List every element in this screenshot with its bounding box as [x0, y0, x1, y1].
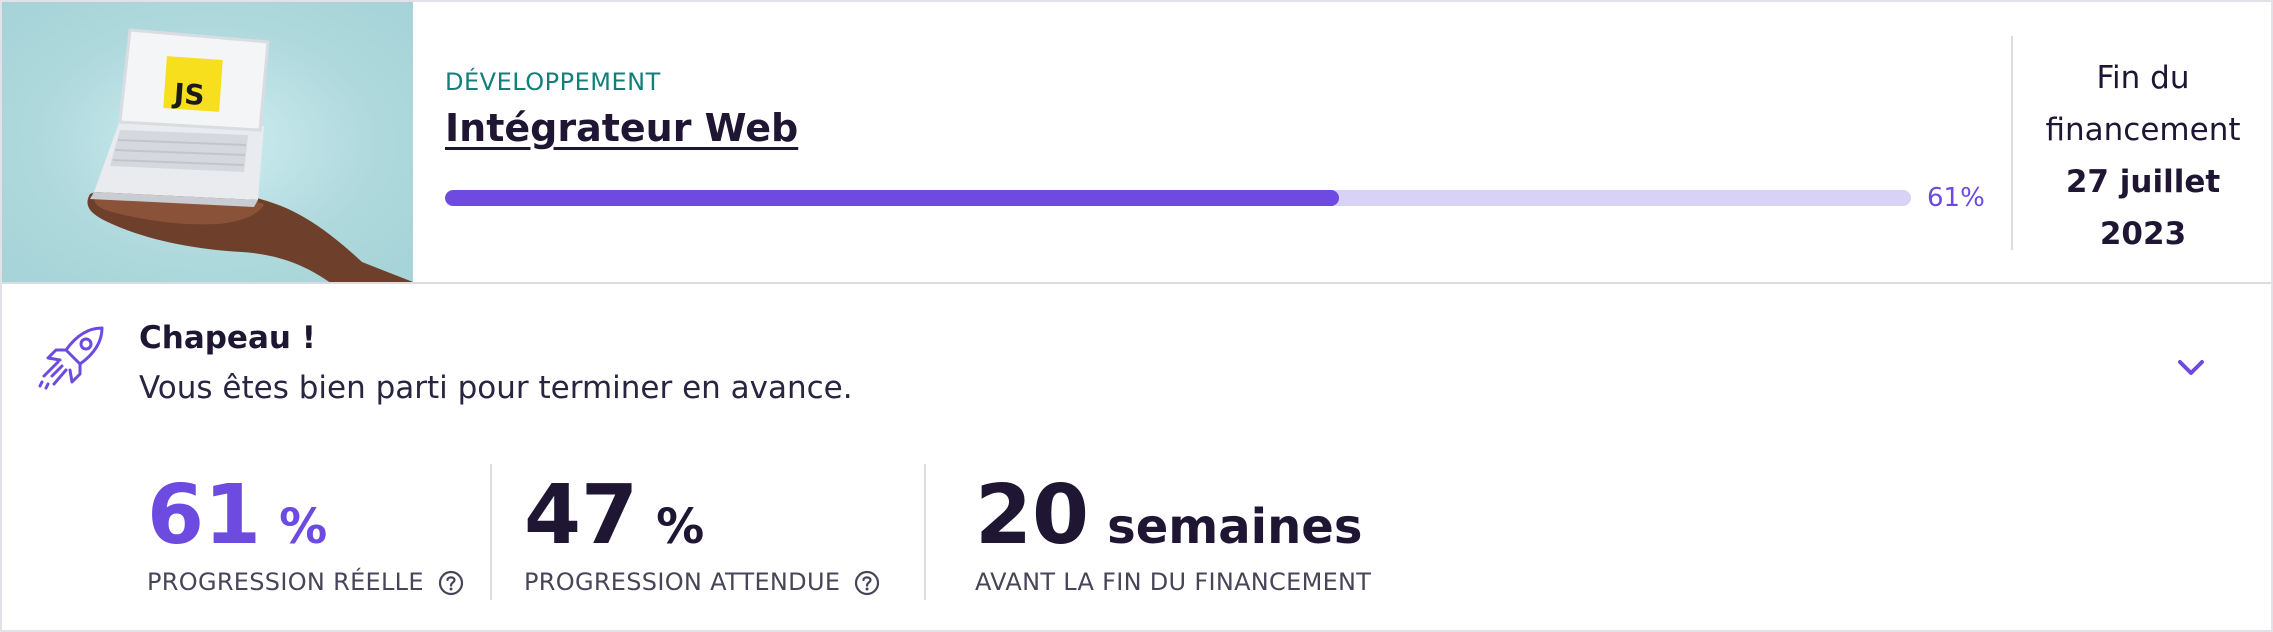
- stat-unit: %: [656, 499, 705, 555]
- stat-unit: %: [279, 499, 328, 555]
- stat-divider: [490, 464, 492, 600]
- stat-unit: semaines: [1107, 499, 1363, 555]
- stat-divider: [924, 464, 926, 600]
- feedback-message: Vous êtes bien parti pour terminer en av…: [139, 370, 853, 406]
- stat-value: 61: [147, 468, 262, 563]
- chevron-down-icon[interactable]: [2174, 350, 2208, 384]
- progress-bar: [445, 190, 1911, 206]
- course-thumbnail: JS: [2, 2, 413, 282]
- course-category: DÉVELOPPEMENT: [445, 68, 661, 96]
- stat-expected-progress: 47% PROGRESSION ATTENDUE: [524, 468, 880, 596]
- course-progress-card: JS DÉVELOPPEMENT Intégrateur Web 61% Fin…: [0, 0, 2273, 632]
- stat-actual-progress: 61% PROGRESSION RÉELLE: [147, 468, 463, 596]
- stat-value: 47: [524, 468, 639, 563]
- course-header: JS DÉVELOPPEMENT Intégrateur Web 61% Fin…: [2, 2, 2271, 284]
- stat-label-row: PROGRESSION RÉELLE: [147, 568, 464, 596]
- progress-bar-fill: [445, 190, 1340, 206]
- funding-end-block: Fin du financement 27 juillet 2023: [2018, 52, 2268, 260]
- stat-weeks-remaining: 20 semaines AVANT LA FIN DU FINANCEMENT: [975, 468, 1371, 596]
- js-badge-text: JS: [172, 76, 206, 113]
- question-circle-icon[interactable]: [438, 570, 464, 596]
- course-title-link[interactable]: Intégrateur Web: [445, 106, 798, 150]
- funding-end-date: 27 juillet 2023: [2065, 164, 2221, 252]
- rocket-icon: [38, 326, 104, 390]
- stat-label: PROGRESSION ATTENDUE: [524, 568, 841, 596]
- stat-label: PROGRESSION RÉELLE: [147, 568, 424, 596]
- progress-percent-label: 61%: [1927, 183, 1985, 213]
- laptop-hand-illustration: [87, 28, 413, 282]
- stat-value: 20: [975, 468, 1090, 563]
- question-circle-icon[interactable]: [854, 570, 880, 596]
- funding-end-label-line1: Fin du: [2096, 60, 2190, 96]
- stat-label: AVANT LA FIN DU FINANCEMENT: [975, 568, 1372, 596]
- funding-end-label-line2: financement: [2045, 112, 2241, 148]
- stat-label-row: PROGRESSION ATTENDUE: [524, 568, 880, 596]
- header-divider: [2011, 36, 2013, 250]
- stat-label-row: AVANT LA FIN DU FINANCEMENT: [975, 568, 1371, 596]
- feedback-headline: Chapeau !: [139, 320, 316, 356]
